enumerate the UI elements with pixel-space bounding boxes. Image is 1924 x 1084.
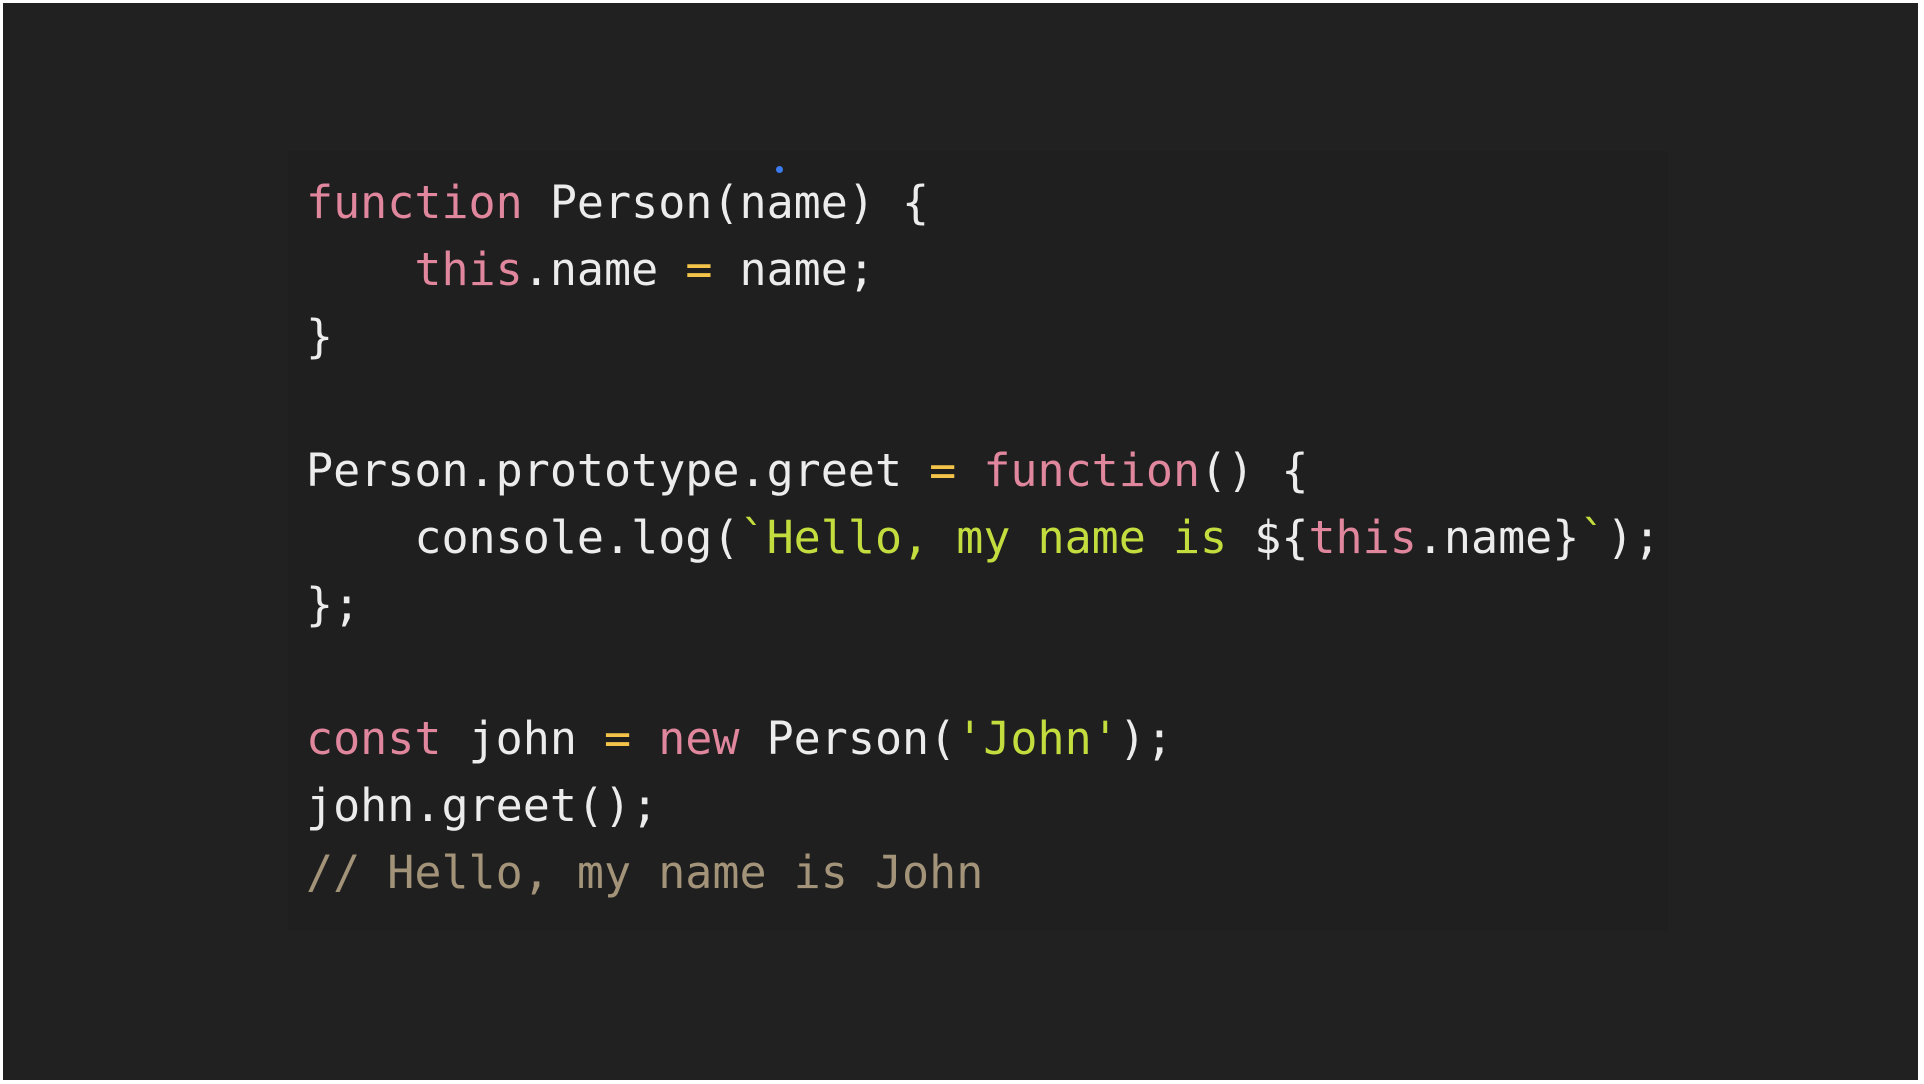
code-text: Person(name) { xyxy=(522,176,930,229)
code-text: john.greet(); xyxy=(306,779,659,832)
code-block[interactable]: function Person(name) { this.name = name… xyxy=(306,169,1661,906)
code-text: console.log( xyxy=(414,511,740,564)
keyword-token: const xyxy=(306,712,442,765)
code-text: } xyxy=(306,310,334,363)
keyword-token: this xyxy=(414,243,523,296)
interpolation-open: ${ xyxy=(1254,511,1309,564)
code-text: ); xyxy=(1118,712,1173,765)
code-text: john xyxy=(441,712,605,765)
code-line-7: }; xyxy=(306,571,1661,638)
code-line-1: function Person(name) { xyxy=(306,169,1661,236)
code-line-10: john.greet(); xyxy=(306,772,1661,839)
code-text: Person( xyxy=(739,712,957,765)
code-text: .name xyxy=(522,243,686,296)
code-line-11: // Hello, my name is John xyxy=(306,839,1661,906)
code-line-6: console.log(`Hello, my name is ${this.na… xyxy=(306,504,1661,571)
comment-token: // Hello, my name is John xyxy=(306,846,984,899)
string-token: 'John' xyxy=(956,712,1119,765)
code-text: ); xyxy=(1606,511,1661,564)
operator-token: = xyxy=(929,444,957,497)
operator-token: = xyxy=(604,712,632,765)
keyword-token: new xyxy=(658,712,740,765)
keyword-token: function xyxy=(306,176,523,229)
code-text: name; xyxy=(712,243,875,296)
code-text: () { xyxy=(1200,444,1309,497)
code-text: Person.prototype.greet xyxy=(306,444,930,497)
keyword-token: function xyxy=(983,444,1201,497)
code-line-5: Person.prototype.greet = function() { xyxy=(306,437,1661,504)
code-text: }; xyxy=(306,578,361,631)
string-token: `Hello, my name is xyxy=(739,511,1255,564)
screen-frame: function Person(name) { this.name = name… xyxy=(0,0,1924,1084)
code-line-2: this.name = name; xyxy=(306,236,1661,303)
operator-token: = xyxy=(685,243,713,296)
interpolation-close: } xyxy=(1552,511,1580,564)
keyword-token: this xyxy=(1308,511,1417,564)
code-line-9: const john = new Person('John'); xyxy=(306,705,1661,772)
code-line-3: } xyxy=(306,303,1661,370)
code-text: .name xyxy=(1416,511,1553,564)
string-token: ` xyxy=(1579,511,1607,564)
